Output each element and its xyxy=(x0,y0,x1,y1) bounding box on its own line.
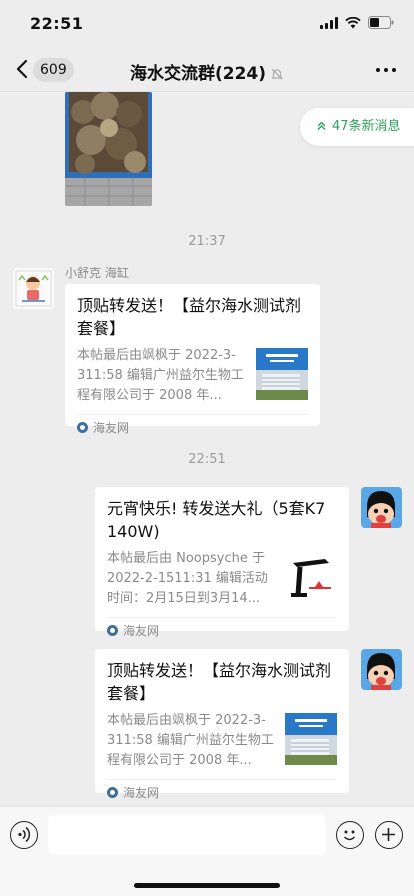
source-logo-icon xyxy=(107,625,118,636)
wifi-icon xyxy=(345,16,361,29)
chat-title[interactable]: 海水交流群(224) xyxy=(130,64,266,84)
card-source-label: 海友网 xyxy=(123,786,160,800)
double-chevron-up-icon xyxy=(317,121,326,130)
home-indicator xyxy=(134,883,280,888)
status-time: 22:51 xyxy=(30,14,84,33)
chat-title-wrap: 海水交流群(224) xyxy=(0,59,414,84)
timestamp: 22:51 xyxy=(188,452,226,467)
card-description: 本帖最后由飒枫于 2022-3-311:58 编辑广州益尔生物工程有限公司于 2… xyxy=(107,713,274,768)
status-bar: 22:51 xyxy=(0,0,414,48)
card-thumbnail xyxy=(256,348,308,400)
card-description: 本帖最后由飒枫于 2022-3-311:58 编辑广州益尔生物工程有限公司于 2… xyxy=(77,348,244,403)
chat-header: 609 海水交流群(224) xyxy=(0,48,414,92)
emoji-icon[interactable] xyxy=(336,821,364,849)
sender-avatar[interactable] xyxy=(13,268,54,309)
link-card[interactable]: 顶贴转发送！【益尔海水测试剂套餐】 本帖最后由飒枫于 2022-3-311:58… xyxy=(65,284,320,435)
new-messages-pill[interactable]: 47条新消息 xyxy=(300,108,414,146)
status-icons xyxy=(320,16,394,29)
source-logo-icon xyxy=(107,787,118,798)
card-thumbnail xyxy=(285,551,337,603)
link-card[interactable]: 顶贴转发送！【益尔海水测试剂套餐】 本帖最后由飒枫于 2022-3-311:58… xyxy=(95,649,349,800)
message-input[interactable] xyxy=(48,815,326,855)
new-messages-label: 47条新消息 xyxy=(332,119,401,134)
card-source-label: 海友网 xyxy=(123,624,160,638)
timestamp: 21:37 xyxy=(188,234,226,249)
card-source-label: 海友网 xyxy=(93,421,130,435)
my-avatar[interactable] xyxy=(361,649,402,690)
card-title: 顶贴转发送！【益尔海水测试剂套餐】 xyxy=(107,661,332,703)
voice-input-icon[interactable] xyxy=(10,821,38,849)
card-description: 本帖最后由 Noopsyche 于 2022-2-1511:31 编辑活动时间：… xyxy=(107,551,268,606)
sender-name: 小舒克 海缸 xyxy=(65,266,129,280)
card-source: 海友网 xyxy=(77,414,308,440)
cellular-signal-icon xyxy=(320,16,338,29)
mute-bell-icon xyxy=(271,68,283,80)
source-logo-icon xyxy=(77,422,88,433)
card-source: 海友网 xyxy=(107,617,337,643)
shared-photo[interactable] xyxy=(65,92,152,206)
my-avatar[interactable] xyxy=(361,487,402,528)
card-title: 元宵快乐! 转发送大礼（5套K7 140W) xyxy=(107,499,326,541)
card-title: 顶贴转发送！【益尔海水测试剂套餐】 xyxy=(77,296,302,338)
battery-icon xyxy=(368,16,394,29)
message-list[interactable]: 47条新消息 21:37 小舒克 海缸 顶贴转发送！【益尔海水测试剂套餐】 本帖… xyxy=(0,92,414,806)
card-source: 海友网 xyxy=(107,779,337,805)
more-options-icon[interactable] xyxy=(376,68,396,72)
card-thumbnail xyxy=(285,713,337,765)
plus-icon[interactable] xyxy=(375,821,403,849)
link-card[interactable]: 元宵快乐! 转发送大礼（5套K7 140W) 本帖最后由 Noopsyche 于… xyxy=(95,487,349,638)
